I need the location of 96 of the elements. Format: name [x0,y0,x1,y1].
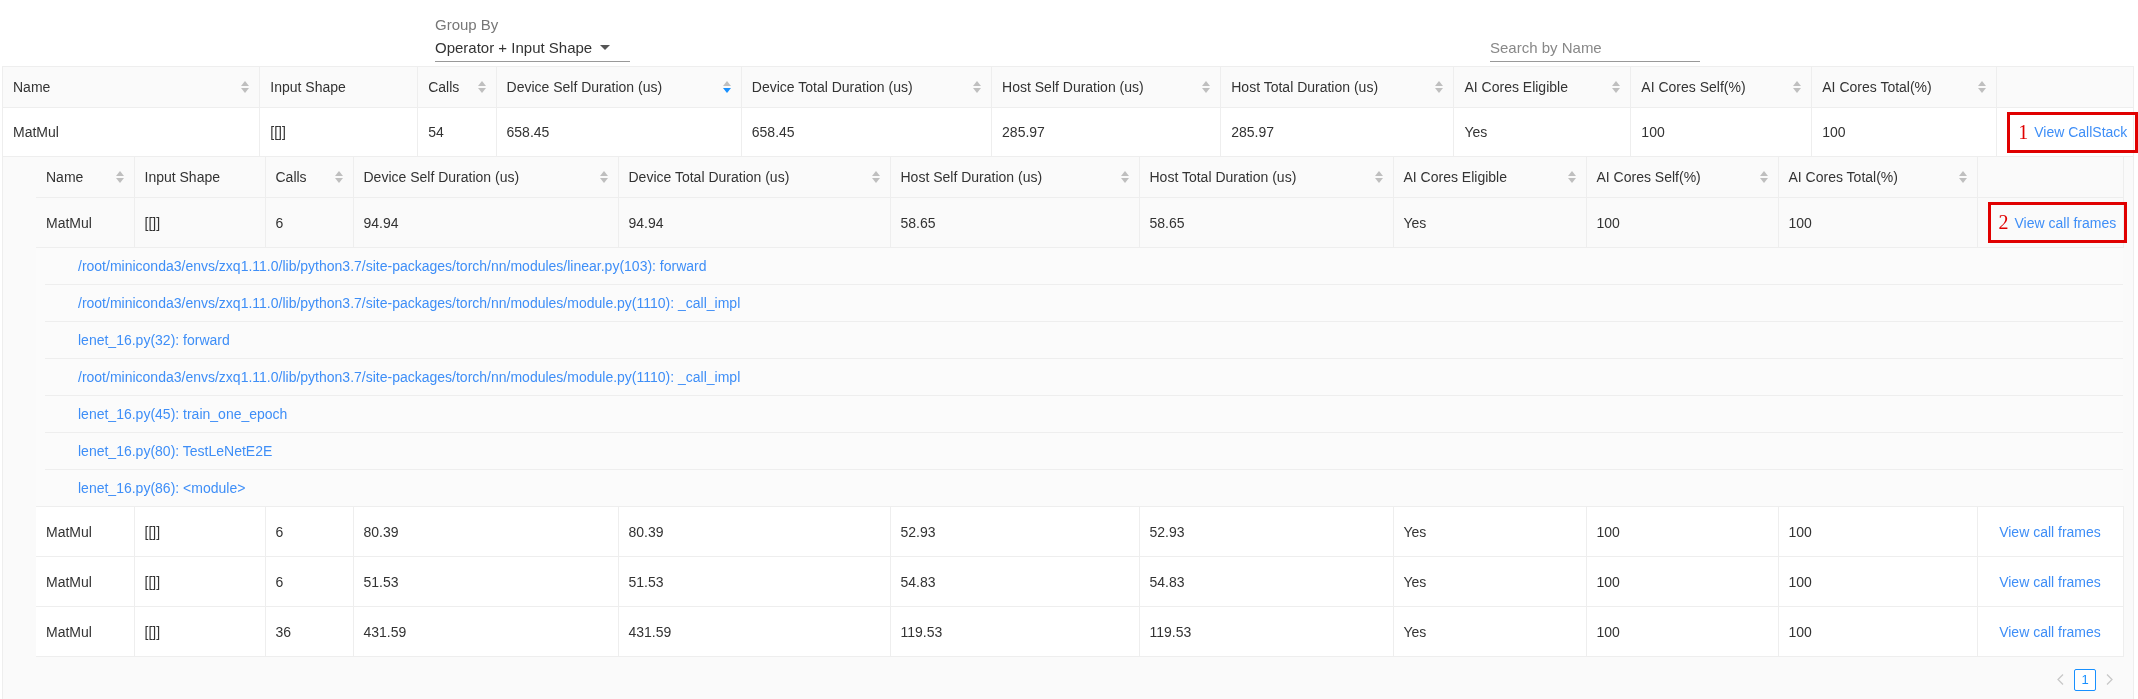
table-cell: 119.53 [890,606,1139,657]
sort-icon [1202,81,1211,93]
table-cell: 100 [1778,197,1977,248]
next-page-icon[interactable] [2106,674,2113,685]
table-cell: 52.93 [1139,506,1393,557]
table-cell: [[]] [134,556,265,607]
table-cell: 54.83 [1139,556,1393,607]
sort-icon [973,81,982,93]
sort-icon [477,81,486,93]
search-field[interactable]: Search by Name [1490,39,1700,62]
table-cell: Yes [1453,107,1631,157]
table-cell: 119.53 [1139,606,1393,657]
table-cell: 6 [265,197,353,248]
table-cell: 51.53 [618,556,890,607]
sort-icon [871,171,880,183]
table-cell: [[]] [134,606,265,657]
sort-icon [1374,171,1383,183]
table-cell: 51.53 [353,556,618,607]
column-header[interactable]: Name [36,157,134,198]
table-cell: [[]] [259,107,418,157]
sort-icon [722,81,731,93]
table-cell: MatMul [36,606,134,657]
sort-icon [1435,81,1444,93]
table-cell: 52.93 [890,506,1139,557]
table-cell: 54 [417,107,497,157]
column-header[interactable]: Device Self Duration (us) [496,66,742,108]
table-cell: 80.39 [353,506,618,557]
sort-icon [599,171,608,183]
table-cell: 58.65 [1139,197,1393,248]
column-header[interactable]: AI Cores Eligible [1453,66,1631,108]
table-cell: 94.94 [618,197,890,248]
table-cell: 431.59 [618,606,890,657]
table-cell: 6 [265,506,353,557]
table-cell: 100 [1586,506,1778,557]
column-header[interactable]: Input Shape [134,157,265,198]
column-header[interactable]: Device Total Duration (us) [618,157,890,198]
column-header[interactable]: AI Cores Self(%) [1630,66,1812,108]
table-cell: 36 [265,606,353,657]
group-by-select[interactable]: Operator + Input Shape [435,39,630,62]
table-cell: 100 [1778,556,1977,607]
table-cell: MatMul [36,556,134,607]
table-cell: 658.45 [496,107,742,157]
table-cell: MatMul [36,506,134,557]
table-cell: 6 [265,556,353,607]
group-by-label: Group By [435,16,500,33]
sort-icon [1120,171,1129,183]
table-cell: 54.83 [890,556,1139,607]
caret-icon [600,44,611,51]
sort-icon [1567,171,1576,183]
table-cell: MatMul [36,197,134,248]
sort-icon [241,81,250,93]
table-cell: 285.97 [991,107,1221,157]
column-header[interactable]: AI Cores Self(%) [1586,157,1778,198]
column-header[interactable]: Host Self Duration (us) [890,157,1139,198]
sort-icon [1793,81,1802,93]
table-cell: 431.59 [353,606,618,657]
table-cell: [[]] [134,506,265,557]
column-header[interactable]: Host Total Duration (us) [1220,66,1454,108]
table-cell: 100 [1630,107,1812,157]
table-cell: 100 [1586,606,1778,657]
sort-icon [334,171,343,183]
table-cell: 658.45 [741,107,992,157]
column-header[interactable]: Device Self Duration (us) [353,157,618,198]
column-header[interactable]: AI Cores Total(%) [1811,66,1997,108]
table-cell: 100 [1778,606,1977,657]
table-cell: Yes [1393,556,1586,607]
column-header[interactable]: AI Cores Eligible [1393,157,1586,198]
table-cell: MatMul [2,107,260,157]
table-cell: 100 [1778,506,1977,557]
annotation-number: 1 [2018,120,2029,144]
sort-icon [1612,81,1621,93]
table-cell: Yes [1393,197,1586,248]
column-header[interactable]: AI Cores Total(%) [1778,157,1977,198]
previous-page-icon[interactable] [2057,674,2064,685]
column-header[interactable]: Input Shape [259,66,418,108]
column-header[interactable]: Host Total Duration (us) [1139,157,1393,198]
sort-icon [1978,81,1987,93]
annotation-number: 2 [1998,211,2009,234]
table-cell: [[]] [134,197,265,248]
column-header[interactable]: Device Total Duration (us) [741,66,992,108]
column-header[interactable]: Calls [417,66,497,108]
table-cell: 80.39 [618,506,890,557]
sort-icon [115,171,124,183]
table-cell: 285.97 [1220,107,1454,157]
table-cell: 58.65 [890,197,1139,248]
column-header[interactable]: Host Self Duration (us) [991,66,1221,108]
column-header[interactable]: Name [2,66,260,108]
table-cell: 100 [1586,556,1778,607]
table-cell: Yes [1393,606,1586,657]
table-cell: 100 [1811,107,1997,157]
table-cell: Yes [1393,506,1586,557]
table-cell: 100 [1586,197,1778,248]
column-header[interactable]: Calls [265,157,353,198]
sort-icon [1958,171,1967,183]
table-cell: 94.94 [353,197,618,248]
sort-icon [1759,171,1768,183]
